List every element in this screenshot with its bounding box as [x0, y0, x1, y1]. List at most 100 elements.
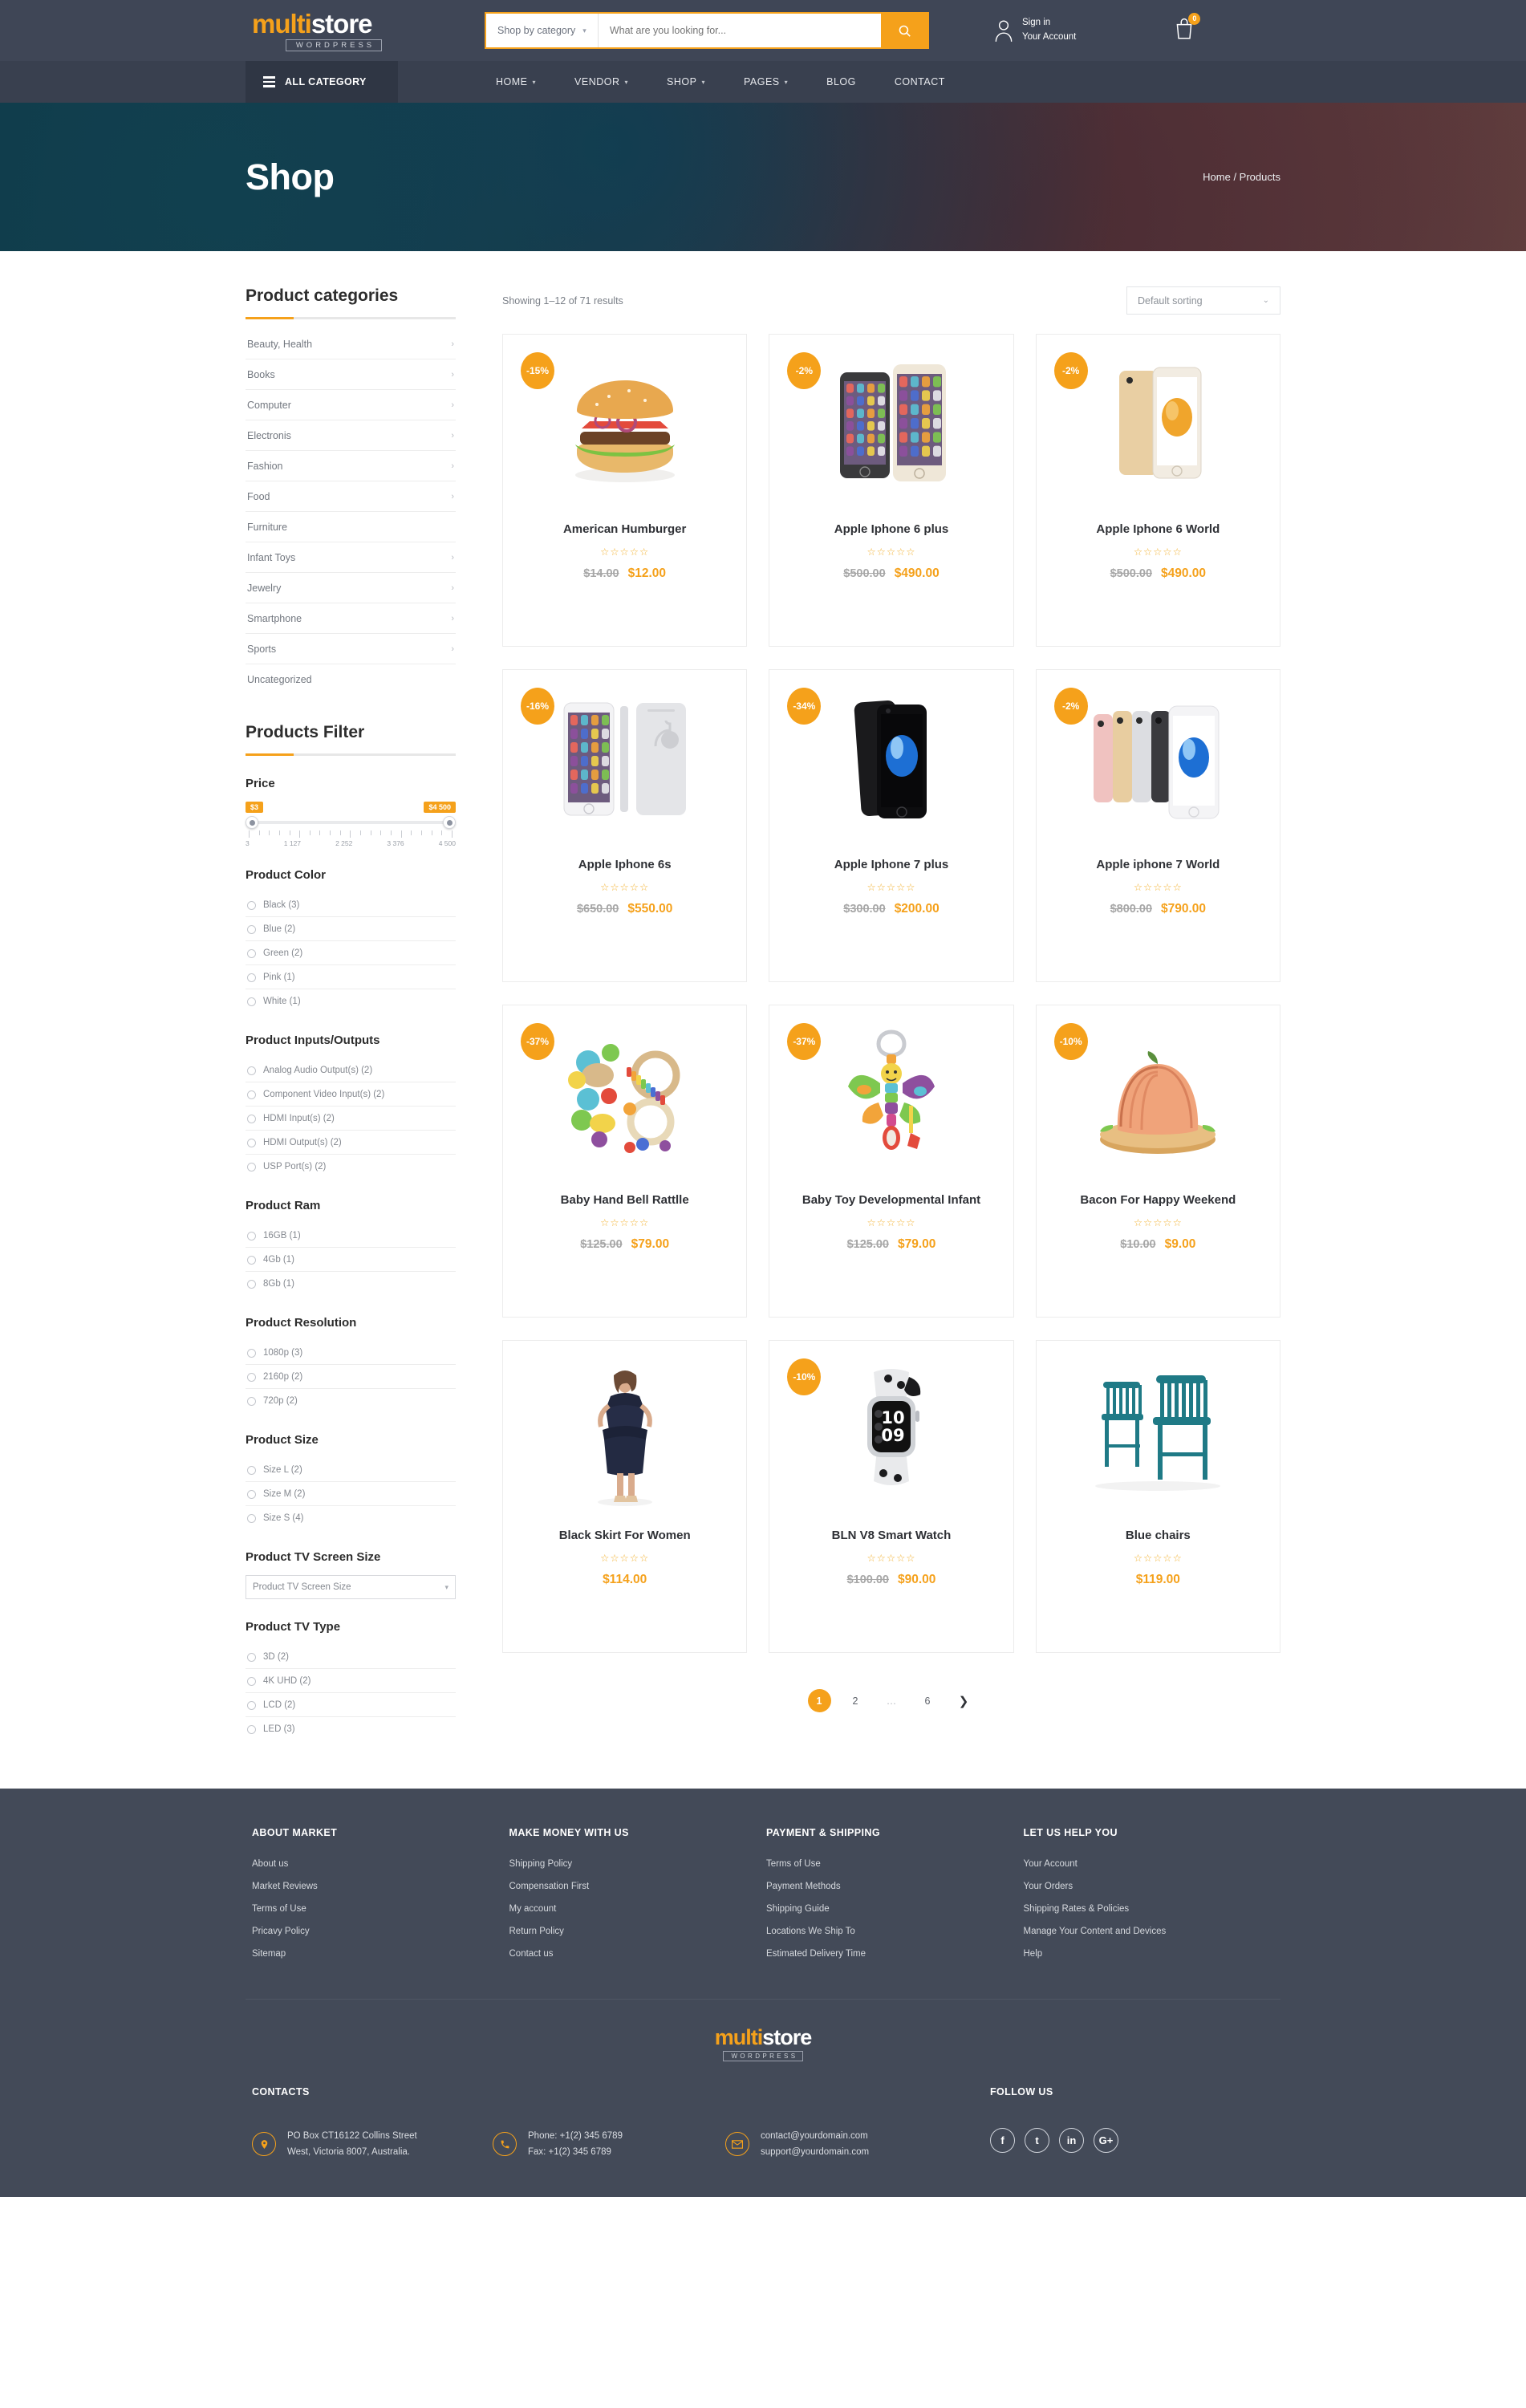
nav-item-home[interactable]: HOME ▾: [477, 61, 555, 103]
filter-option[interactable]: Blue (2): [246, 917, 456, 941]
filter-option[interactable]: LCD (2): [246, 1693, 456, 1717]
footer-link[interactable]: Manage Your Content and Devices: [1024, 1927, 1167, 1936]
nav-item-contact[interactable]: CONTACT: [875, 61, 964, 103]
radio-button-icon[interactable]: [247, 1255, 256, 1265]
filter-option[interactable]: 16GB (1): [246, 1224, 456, 1248]
category-item[interactable]: Infant Toys ›: [246, 542, 456, 573]
filter-option[interactable]: Black (3): [246, 893, 456, 917]
product-card[interactable]: -16% Apple Iphone 6s ☆☆☆☆☆ $650.00 $550.00: [502, 669, 748, 982]
category-item[interactable]: Fashion ›: [246, 451, 456, 481]
product-card[interactable]: -10% Bacon For Happy Weekend ☆☆☆☆☆ $10.00 $…: [1035, 1005, 1280, 1318]
product-title[interactable]: Blue chairs: [1126, 1527, 1191, 1545]
search-button[interactable]: [881, 14, 927, 47]
footer-link[interactable]: Locations We Ship To: [766, 1927, 855, 1936]
radio-button-icon[interactable]: [247, 1279, 256, 1289]
nav-item-vendor[interactable]: VENDOR ▾: [555, 61, 647, 103]
radio-button-icon[interactable]: [247, 1465, 256, 1475]
footer-link[interactable]: Shipping Policy: [509, 1859, 573, 1869]
product-title[interactable]: Baby Hand Bell Rattlle: [561, 1192, 689, 1209]
nav-item-blog[interactable]: BLOG: [807, 61, 875, 103]
product-card[interactable]: -37% Baby Hand Bell Rattlle ☆☆☆☆☆ $125.00 $…: [502, 1005, 748, 1318]
radio-button-icon[interactable]: [247, 1700, 256, 1710]
radio-button-icon[interactable]: [247, 1138, 256, 1147]
filter-option[interactable]: 1080p (3): [246, 1341, 456, 1365]
radio-button-icon[interactable]: [247, 1114, 256, 1123]
footer-link[interactable]: Compensation First: [509, 1882, 590, 1891]
radio-button-icon[interactable]: [247, 1396, 256, 1406]
footer-link[interactable]: My account: [509, 1904, 557, 1914]
product-title[interactable]: Apple Iphone 6 World: [1096, 521, 1220, 538]
category-item[interactable]: Electronis ›: [246, 420, 456, 451]
filter-option[interactable]: 720p (2): [246, 1389, 456, 1412]
radio-button-icon[interactable]: [247, 997, 256, 1006]
product-card[interactable]: -37% Baby Toy Developmental Infant ☆☆☆☆☆ $…: [769, 1005, 1014, 1318]
account-link[interactable]: Sign in Your Account: [993, 16, 1076, 45]
filter-option[interactable]: 4K UHD (2): [246, 1669, 456, 1693]
category-item[interactable]: Jewelry ›: [246, 573, 456, 603]
filter-option[interactable]: 8Gb (1): [246, 1272, 456, 1295]
product-card[interactable]: -34% Apple Iphone 7 plus ☆☆☆☆☆ $300.00 $200…: [769, 669, 1014, 982]
product-title[interactable]: Apple Iphone 6s: [578, 856, 672, 874]
product-card[interactable]: -2% Apple Iphone 6 World ☆☆☆☆☆ $500.00 $490…: [1035, 334, 1280, 647]
filter-option[interactable]: HDMI Output(s) (2): [246, 1131, 456, 1155]
radio-button-icon[interactable]: [247, 1090, 256, 1099]
product-title[interactable]: Black Skirt For Women: [559, 1527, 691, 1545]
price-slider-min-handle[interactable]: [246, 816, 258, 829]
radio-button-icon[interactable]: [247, 1372, 256, 1382]
category-item[interactable]: Smartphone ›: [246, 603, 456, 634]
radio-button-icon[interactable]: [247, 1162, 256, 1172]
all-category-button[interactable]: ALL CATEGORY: [246, 61, 398, 103]
product-title[interactable]: Apple Iphone 7 plus: [834, 856, 949, 874]
footer-link[interactable]: Your Account: [1024, 1859, 1078, 1869]
product-title[interactable]: American Humburger: [563, 521, 686, 538]
filter-option[interactable]: 2160p (2): [246, 1365, 456, 1389]
tv-screen-size-select[interactable]: Product TV Screen Size ▾: [246, 1575, 456, 1599]
price-slider[interactable]: [246, 816, 456, 829]
pagination-page-6[interactable]: 6: [916, 1689, 940, 1712]
pagination-next-icon[interactable]: ❯: [952, 1689, 976, 1712]
radio-button-icon[interactable]: [247, 900, 256, 910]
google-plus-icon[interactable]: G+: [1094, 2128, 1118, 2153]
filter-option[interactable]: HDMI Input(s) (2): [246, 1107, 456, 1131]
category-item[interactable]: Furniture: [246, 512, 456, 542]
pagination-page-2[interactable]: 2: [844, 1689, 867, 1712]
footer-link[interactable]: Help: [1024, 1949, 1043, 1959]
site-logo[interactable]: multistore WORDPRESS: [246, 10, 398, 51]
radio-button-icon[interactable]: [247, 1066, 256, 1075]
breadcrumb[interactable]: Home / Products: [1203, 171, 1280, 183]
product-card[interactable]: -10% 10 09 BLN V8 Smart Watch ☆☆☆☆☆ $100.0…: [769, 1340, 1014, 1653]
footer-logo[interactable]: multistore WORDPRESS: [0, 2000, 1526, 2086]
product-title[interactable]: Apple iphone 7 World: [1096, 856, 1220, 874]
radio-button-icon[interactable]: [247, 973, 256, 982]
nav-item-shop[interactable]: SHOP ▾: [647, 61, 724, 103]
product-card[interactable]: Black Skirt For Women ☆☆☆☆☆ $114.00: [502, 1340, 748, 1653]
radio-button-icon[interactable]: [247, 924, 256, 934]
filter-option[interactable]: USP Port(s) (2): [246, 1155, 456, 1178]
search-bar[interactable]: Shop by category ▾: [485, 12, 929, 49]
footer-link[interactable]: Estimated Delivery Time: [766, 1949, 866, 1959]
footer-link[interactable]: Sitemap: [252, 1949, 286, 1959]
linkedin-icon[interactable]: in: [1059, 2128, 1084, 2153]
filter-option[interactable]: Size S (4): [246, 1506, 456, 1529]
radio-button-icon[interactable]: [247, 1652, 256, 1662]
product-title[interactable]: BLN V8 Smart Watch: [832, 1527, 952, 1545]
footer-link[interactable]: Pricavy Policy: [252, 1927, 310, 1936]
category-item[interactable]: Books ›: [246, 359, 456, 390]
filter-option[interactable]: White (1): [246, 989, 456, 1013]
filter-option[interactable]: 3D (2): [246, 1645, 456, 1669]
product-card[interactable]: -2% Apple iphone 7 World ☆☆☆☆☆ $800.00 $790…: [1035, 669, 1280, 982]
filter-option[interactable]: Pink (1): [246, 965, 456, 989]
footer-link[interactable]: Your Orders: [1024, 1882, 1073, 1891]
twitter-icon[interactable]: t: [1025, 2128, 1049, 2153]
search-input[interactable]: [598, 14, 881, 47]
product-thumbnail[interactable]: [1049, 1358, 1267, 1516]
radio-button-icon[interactable]: [247, 948, 256, 958]
radio-button-icon[interactable]: [247, 1513, 256, 1523]
footer-link[interactable]: Terms of Use: [252, 1904, 306, 1914]
radio-button-icon[interactable]: [247, 1489, 256, 1499]
filter-option[interactable]: Component Video Input(s) (2): [246, 1082, 456, 1107]
sorting-select[interactable]: Default sorting ⌄: [1126, 286, 1280, 315]
footer-link[interactable]: Shipping Guide: [766, 1904, 830, 1914]
filter-option[interactable]: Analog Audio Output(s) (2): [246, 1058, 456, 1082]
pagination-page-1[interactable]: 1: [807, 1689, 831, 1712]
